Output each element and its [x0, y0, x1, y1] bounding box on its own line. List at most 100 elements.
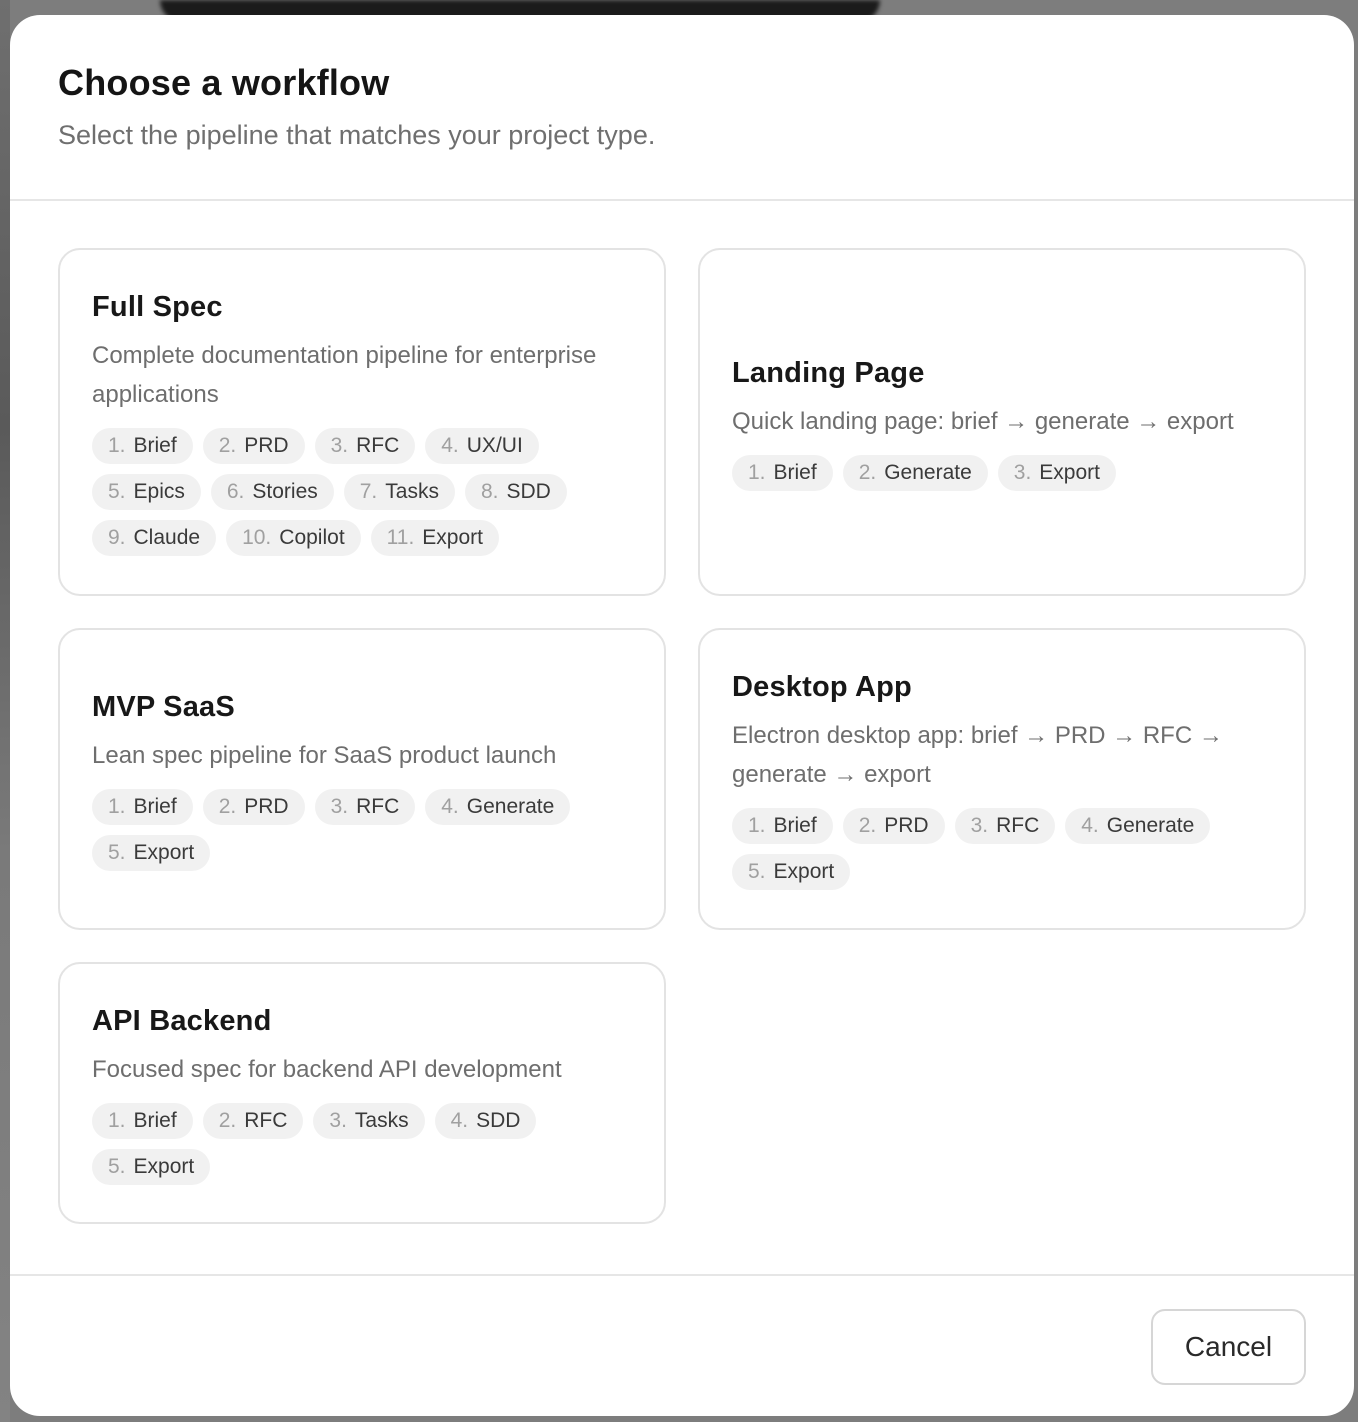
step-chip: 3. Tasks — [313, 1102, 425, 1139]
step-chip: 1. Brief — [92, 428, 193, 464]
step-label: Export — [1039, 460, 1100, 484]
step-chip: 5. Export — [92, 834, 211, 871]
step-number: 2. — [858, 460, 877, 484]
workflow-steps: 1. Brief 2. Generate 3. Export — [732, 454, 1272, 491]
page-backdrop-edge — [0, 0, 10, 1422]
workflow-title: Full Spec — [92, 291, 223, 323]
step-chip: 2. PRD — [202, 788, 305, 825]
step-number: 4. — [441, 794, 459, 818]
step-label: PRD — [884, 814, 929, 837]
step-number: 8. — [480, 480, 499, 503]
step-label: Export — [133, 1154, 195, 1178]
step-chip: 3. RFC — [954, 808, 1056, 844]
step-label: Claude — [133, 526, 201, 549]
step-chip: 2. PRD — [842, 808, 945, 844]
step-chip: 8. SDD — [464, 474, 567, 510]
step-chip: 4. Generate — [425, 788, 571, 825]
step-label: RFC — [356, 434, 400, 457]
step-number: 3. — [330, 794, 349, 818]
step-chip: 4. UX/UI — [425, 428, 539, 464]
step-label: Brief — [773, 814, 817, 837]
step-number: 5. — [108, 480, 126, 503]
step-chip: 9. Claude — [92, 520, 217, 556]
workflow-steps: 1. Brief 2. PRD 3. RFC 4. Generate 5. Export — [732, 808, 1272, 890]
workflow-card-full-spec[interactable]: Full Spec Complete documentation pipeline… — [58, 248, 666, 596]
workflow-title: Desktop App — [732, 671, 912, 703]
step-number: 11. — [386, 526, 415, 549]
workflow-description: Electron desktop app: brief → PRD → RFC … — [732, 722, 1223, 788]
workflow-card-api-backend[interactable]: API Backend Focused spec for backend API … — [58, 962, 666, 1224]
step-chip: 3. RFC — [314, 788, 416, 825]
step-number: 5. — [108, 840, 126, 864]
step-chip: 2. RFC — [202, 1102, 304, 1139]
step-number: 3. — [330, 434, 349, 457]
step-label: RFC — [244, 1108, 288, 1132]
step-label: Brief — [133, 1108, 177, 1132]
step-chip: 5. Export — [92, 1148, 211, 1185]
step-label: Generate — [466, 794, 555, 818]
workflow-title: API Backend — [92, 1004, 272, 1037]
step-number: 1. — [108, 434, 126, 457]
workflow-title: MVP SaaS — [92, 690, 235, 723]
step-number: 2. — [218, 1108, 237, 1132]
step-chip: 1. Brief — [92, 788, 193, 825]
step-number: 4. — [450, 1108, 469, 1132]
step-number: 6. — [226, 480, 245, 503]
workflow-dialog: Choose a workflow Select the pipeline th… — [10, 15, 1354, 1416]
step-chip: 5. Export — [732, 854, 851, 890]
step-chip: 4. SDD — [434, 1102, 537, 1139]
workflow-description: Complete documentation pipeline for ente… — [92, 342, 597, 408]
step-number: 2. — [218, 794, 237, 818]
step-label: Export — [773, 860, 835, 883]
dialog-title: Choose a workflow — [58, 62, 390, 103]
step-label: Brief — [773, 460, 817, 484]
step-chip: 4. Generate — [1065, 808, 1211, 844]
step-label: PRD — [244, 434, 289, 457]
step-number: 7. — [359, 480, 378, 503]
workflow-steps: 1. Brief 2. PRD 3. RFC 4. UX/UI 5. Epics 6. Stories… — [92, 428, 632, 556]
step-number: 5. — [108, 1154, 126, 1178]
step-number: 4. — [1081, 814, 1099, 837]
workflow-grid: Full Spec Complete documentation pipeline… — [10, 201, 1354, 1274]
step-number: 9. — [108, 526, 126, 549]
step-chip: 3. RFC — [314, 428, 416, 464]
step-chip: 1. Brief — [732, 808, 833, 844]
workflow-description: Quick landing page: brief → generate → e… — [732, 407, 1234, 435]
step-label: Export — [422, 526, 483, 549]
step-number: 2. — [858, 814, 877, 837]
step-number: 1. — [748, 460, 766, 484]
step-number: 2. — [218, 434, 237, 457]
step-chip: 2. Generate — [842, 454, 988, 491]
step-label: Tasks — [354, 1108, 409, 1132]
workflow-card-landing-page[interactable]: Landing Page Quick landing page: brief → … — [698, 248, 1306, 596]
workflow-card-desktop-app[interactable]: Desktop App Electron desktop app: brief →… — [698, 628, 1306, 930]
step-label: SDD — [506, 480, 551, 503]
step-chip: 6. Stories — [210, 474, 334, 510]
step-number: 3. — [329, 1108, 347, 1132]
step-number: 3. — [1013, 460, 1032, 484]
dialog-header: Choose a workflow Select the pipeline th… — [10, 15, 1354, 201]
step-chip: 7. Tasks — [343, 474, 455, 510]
step-label: UX/UI — [466, 434, 523, 457]
step-label: Copilot — [279, 526, 345, 549]
step-number: 1. — [108, 1108, 126, 1132]
step-chip: 3. Export — [997, 454, 1116, 491]
workflow-card-mvp-saas[interactable]: MVP SaaS Lean spec pipeline for SaaS prod… — [58, 628, 666, 930]
step-number: 4. — [441, 434, 459, 457]
dialog-footer: Cancel — [10, 1274, 1354, 1416]
step-label: Generate — [1106, 814, 1195, 837]
step-number: 10. — [242, 526, 272, 549]
step-label: Tasks — [385, 480, 439, 503]
workflow-title: Landing Page — [732, 356, 925, 389]
step-chip: 10. Copilot — [226, 520, 361, 556]
workflow-steps: 1. Brief 2. RFC 3. Tasks 4. SDD 5. Export — [92, 1102, 632, 1185]
step-label: Generate — [884, 460, 972, 484]
workflow-steps: 1. Brief 2. PRD 3. RFC 4. Generate 5. Export — [92, 788, 632, 871]
step-number: 1. — [748, 814, 766, 837]
step-label: Epics — [133, 480, 185, 503]
step-number: 1. — [108, 794, 126, 818]
step-number: 3. — [970, 814, 989, 837]
step-chip: 11. Export — [370, 520, 499, 556]
step-label: Export — [133, 840, 195, 864]
cancel-button[interactable]: Cancel — [1151, 1309, 1306, 1385]
